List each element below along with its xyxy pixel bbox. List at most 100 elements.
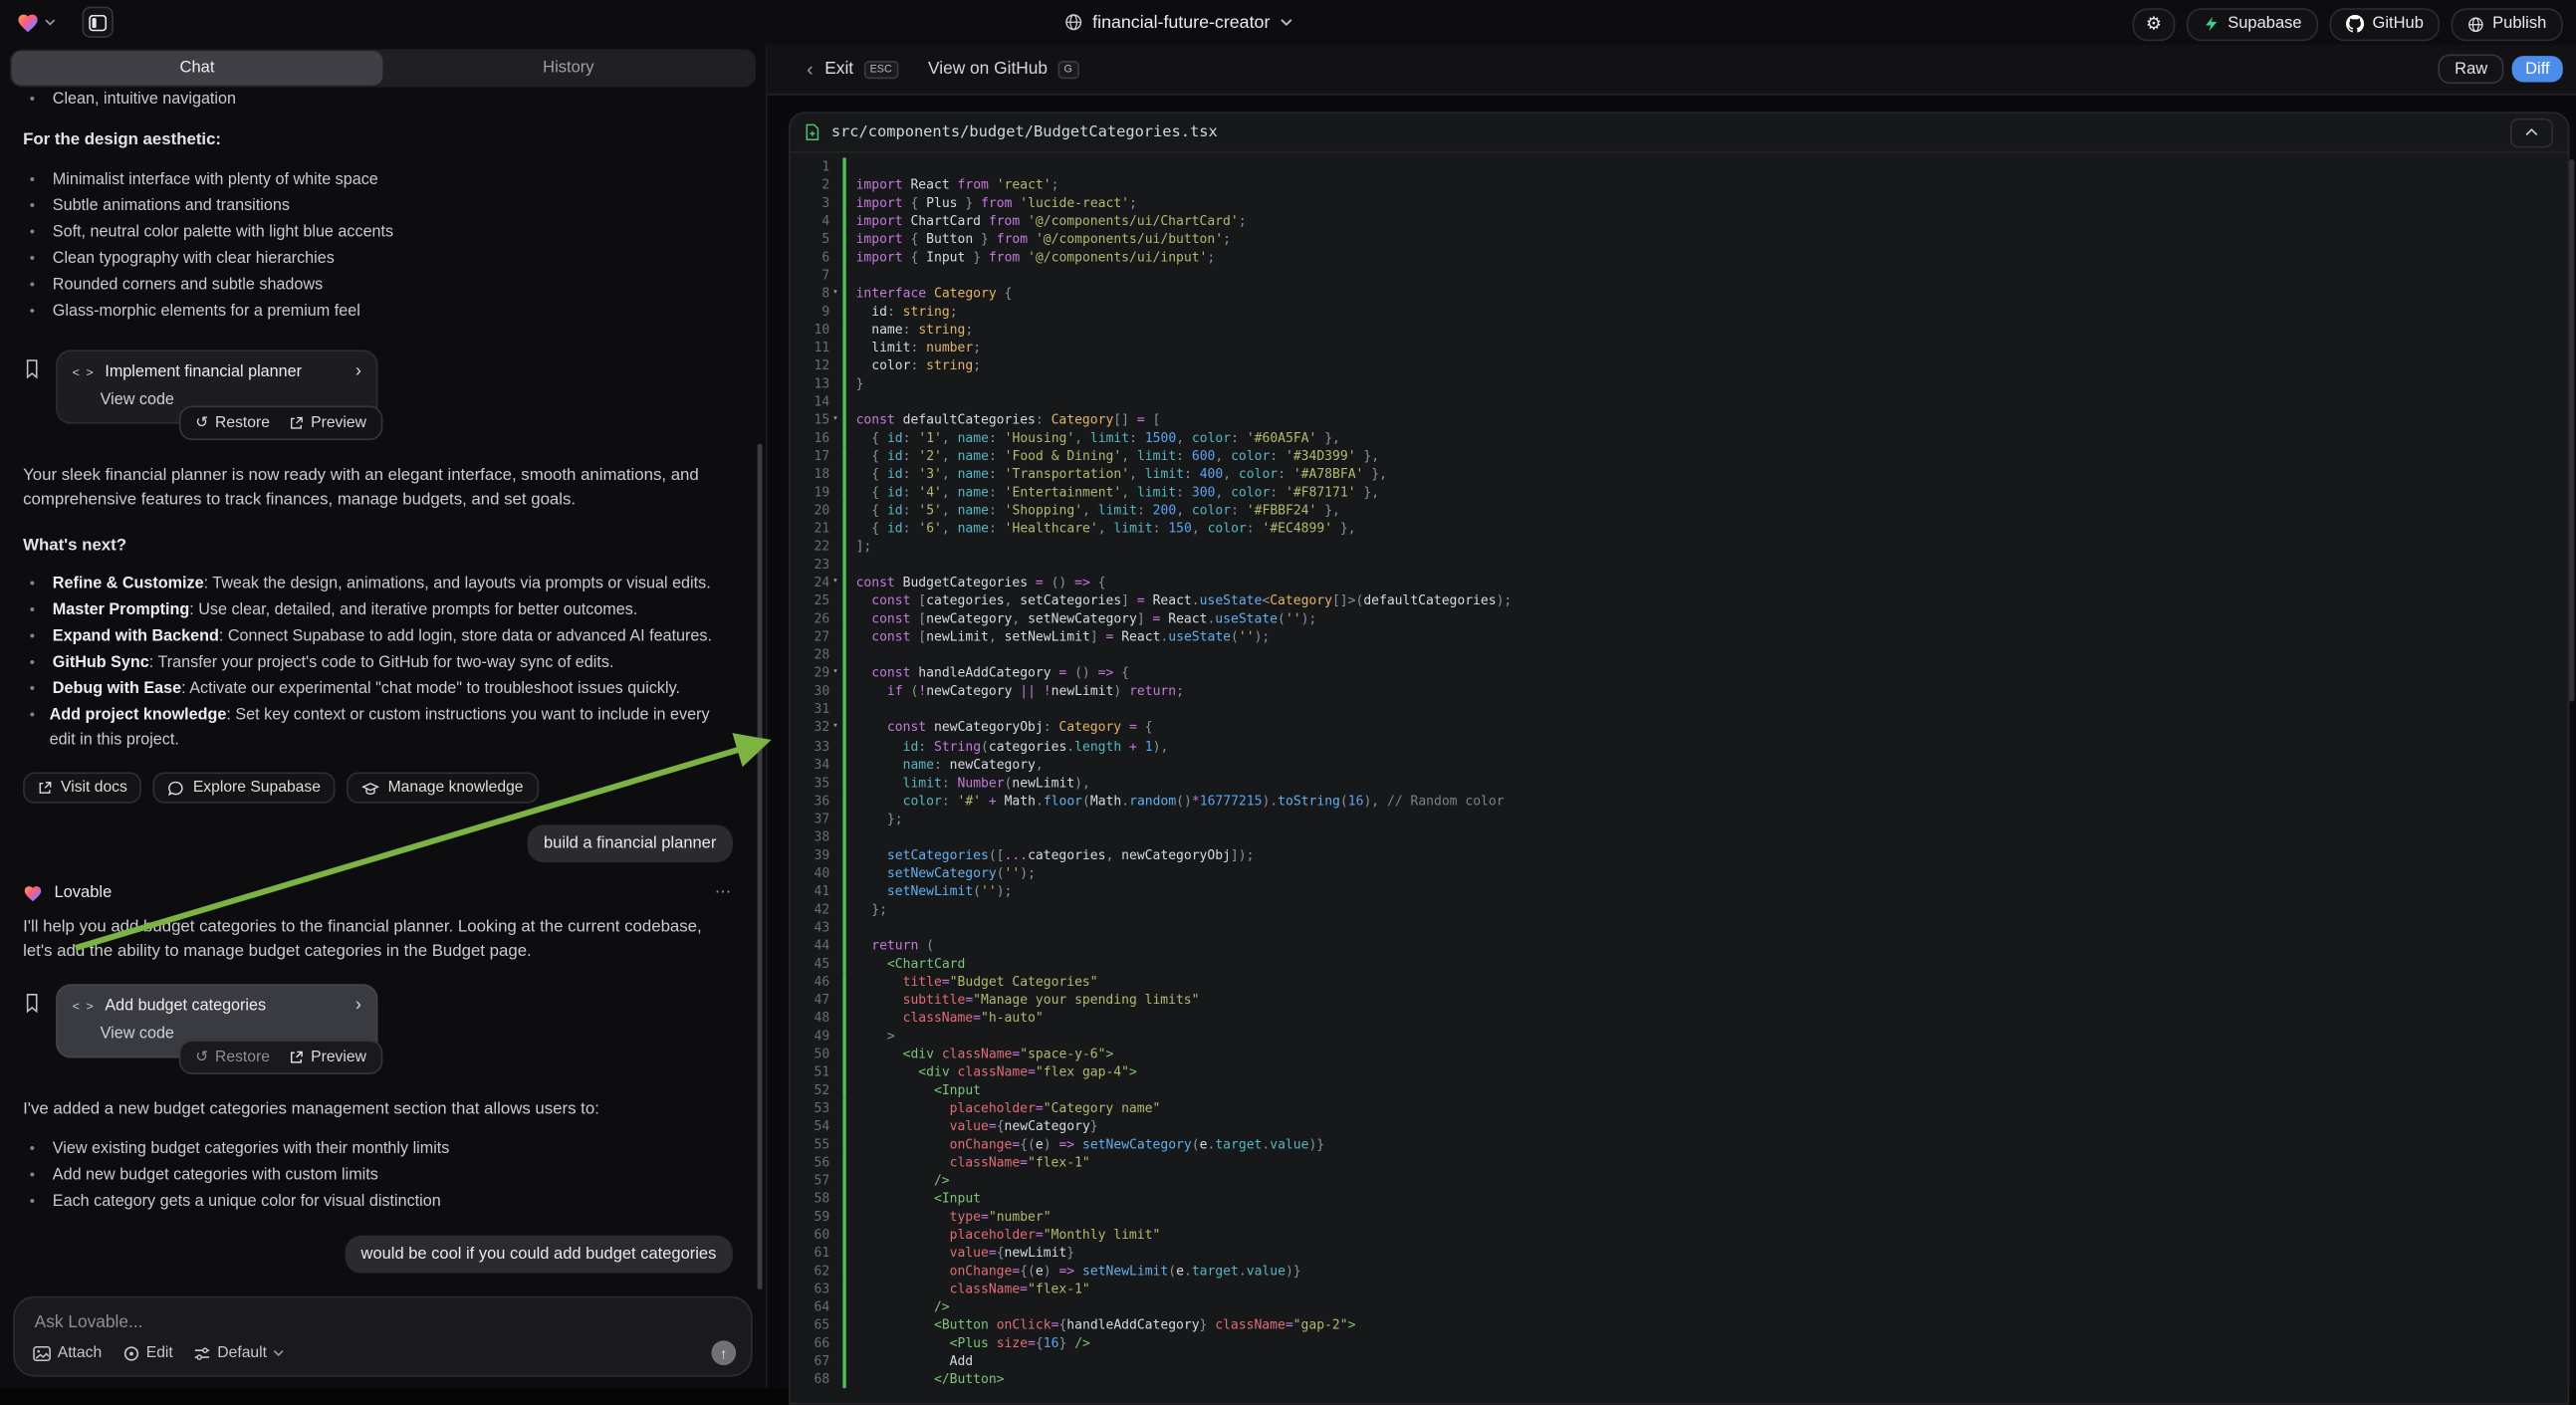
code-line: 58 <Input (791, 1189, 2568, 1207)
bullet-dot: • (23, 598, 53, 623)
exit-button[interactable]: Exit (824, 59, 853, 79)
chat-panel: Chat History •Clean, intuitive navigatio… (0, 45, 766, 1389)
top-bar: financial-future-creator ⚙ Supabase GitH… (0, 0, 2576, 45)
version-card-add-budget-categories[interactable]: < > Add budget categories › View code ↺R… (56, 984, 377, 1057)
code-line: 3import { Plus } from 'lucide-react'; (791, 194, 2568, 212)
publish-button[interactable]: Publish (2452, 7, 2563, 40)
github-button[interactable]: GitHub (2330, 7, 2441, 40)
chevron-up-icon (2525, 128, 2538, 136)
code-line: 13} (791, 374, 2568, 392)
design-bullet-list: •Minimalist interface with plenty of whi… (23, 167, 733, 324)
tab-history-label: History (543, 59, 593, 77)
bullet-dot: • (23, 194, 53, 219)
code-line: 37 }; (791, 810, 2568, 827)
explore-supabase-button[interactable]: Explore Supabase (153, 772, 336, 803)
restore-button[interactable]: ↺Restore (195, 414, 270, 432)
edit-label: Edit (146, 1344, 173, 1362)
manage-knowledge-button[interactable]: Manage knowledge (347, 772, 538, 803)
code-line: 9 id: string; (791, 303, 2568, 321)
assistant-name: Lovable (54, 884, 112, 902)
code-line: 55 onChange={(e) => setNewCategory(e.tar… (791, 1135, 2568, 1153)
bookmark-icon[interactable] (23, 984, 56, 1057)
bullet-dot: • (23, 624, 53, 649)
user-message: build a financial planner (527, 824, 732, 862)
added-intro: I've added a new budget categories manag… (23, 1097, 733, 1122)
settings-button[interactable]: ⚙ (2133, 7, 2176, 40)
publish-globe-icon (2467, 16, 2483, 32)
supabase-label: Supabase (2227, 15, 2301, 33)
supabase-button[interactable]: Supabase (2187, 7, 2318, 40)
code-line: 23 (791, 556, 2568, 574)
version-card-row: < > Implement financial planner › View c… (23, 350, 733, 423)
code-line: 12 color: string; (791, 356, 2568, 374)
send-button[interactable]: ↑ (711, 1340, 736, 1365)
code-line: 18 { id: '3', name: 'Transportation', li… (791, 465, 2568, 483)
file-path: src/components/budget/BudgetCategories.t… (831, 123, 1218, 141)
edit-mode-button[interactable]: Edit (123, 1344, 173, 1362)
chat-scroll-area[interactable]: •Clean, intuitive navigation For the des… (0, 84, 756, 1296)
code-line: 16 { id: '1', name: 'Housing', limit: 15… (791, 429, 2568, 447)
tab-history[interactable]: History (382, 51, 754, 86)
code-line: 29▾ const handleAddCategory = () => { (791, 664, 2568, 682)
view-on-github-link[interactable]: View on GitHub (928, 59, 1048, 79)
restore-icon: ↺ (195, 1049, 208, 1066)
bullet-dot: • (23, 703, 49, 752)
code-line: 51 <div className="flex gap-4"> (791, 1062, 2568, 1080)
code-line: 21 { id: '6', name: 'Healthcare', limit:… (791, 520, 2568, 538)
preview-button[interactable]: Preview (290, 414, 366, 432)
sliders-icon (194, 1344, 210, 1360)
code-icon: < > (73, 999, 96, 1014)
preview-button[interactable]: Preview (290, 1049, 366, 1066)
visit-docs-button[interactable]: Visit docs (23, 772, 142, 803)
diff-toggle-button[interactable]: Diff (2512, 56, 2563, 82)
chat-scrollbar[interactable] (758, 443, 763, 1289)
external-link-icon (290, 1050, 305, 1064)
graduation-cap-icon (361, 780, 379, 796)
project-switcher[interactable]: financial-future-creator (1064, 0, 1292, 45)
raw-toggle-button[interactable]: Raw (2439, 54, 2504, 84)
attach-button[interactable]: Attach (33, 1344, 102, 1362)
bookmark-icon[interactable] (23, 350, 56, 423)
code-line: 27 const [newLimit, setNewLimit] = React… (791, 628, 2568, 646)
lovable-heart-icon[interactable] (16, 12, 39, 33)
bullet-dot: • (23, 246, 53, 271)
code-line: 52 <Input (791, 1080, 2568, 1098)
code-line: 19 { id: '4', name: 'Entertainment', lim… (791, 484, 2568, 502)
collapse-file-button[interactable] (2510, 117, 2553, 147)
bullet-dot: • (23, 1137, 53, 1162)
code-line: 31 (791, 701, 2568, 719)
code-lines[interactable]: 12import React from 'react';3import { Pl… (791, 152, 2568, 1403)
code-line: 26 const [newCategory, setNewCategory] =… (791, 610, 2568, 628)
docs-external-link-icon (38, 781, 53, 796)
code-line: 54 value={newCategory} (791, 1117, 2568, 1135)
lovable-avatar-heart-icon (23, 884, 43, 902)
version-card-title: Add budget categories (105, 997, 266, 1015)
more-options-icon[interactable]: ⋯ (715, 884, 733, 902)
globe-icon (1064, 13, 1082, 31)
bullet-dot: • (23, 1190, 53, 1215)
code-panel: ‹ Exit ESC View on GitHub G Raw Diff src… (766, 45, 2576, 1389)
tab-chat[interactable]: Chat (12, 51, 383, 86)
version-card-implement-planner[interactable]: < > Implement financial planner › View c… (56, 350, 377, 423)
code-line: 25 const [categories, setCategories] = R… (791, 592, 2568, 610)
suggestion-chips: Visit docs Explore Supabase Manage knowl… (23, 772, 733, 803)
supabase-icon (2204, 15, 2220, 33)
bullet-dot: • (23, 167, 53, 192)
code-line: 6import { Input } from '@/components/ui/… (791, 248, 2568, 266)
code-line: 11 limit: number; (791, 339, 2568, 356)
prompt-input[interactable]: Ask Lovable... Attach Edit Default ↑ (13, 1296, 752, 1377)
attach-label: Attach (58, 1344, 102, 1362)
prompt-placeholder: Ask Lovable... (35, 1312, 143, 1332)
file-header[interactable]: src/components/budget/BudgetCategories.t… (791, 114, 2568, 153)
code-line: 50 <div className="space-y-6"> (791, 1045, 2568, 1062)
code-line: 32▾ const newCategoryObj: Category = { (791, 719, 2568, 737)
bullet-dot: • (23, 1163, 53, 1188)
code-line: 53 placeholder="Category name" (791, 1098, 2568, 1116)
sidebar-toggle-button[interactable] (82, 7, 113, 38)
whats-next-heading: What's next? (23, 534, 733, 559)
restore-button[interactable]: ↺Restore (195, 1049, 270, 1066)
code-scrollbar[interactable] (2569, 159, 2574, 701)
model-selector[interactable]: Default (194, 1344, 285, 1362)
logo-menu-chevron-icon[interactable] (45, 18, 57, 26)
restore-label: Restore (215, 414, 270, 432)
